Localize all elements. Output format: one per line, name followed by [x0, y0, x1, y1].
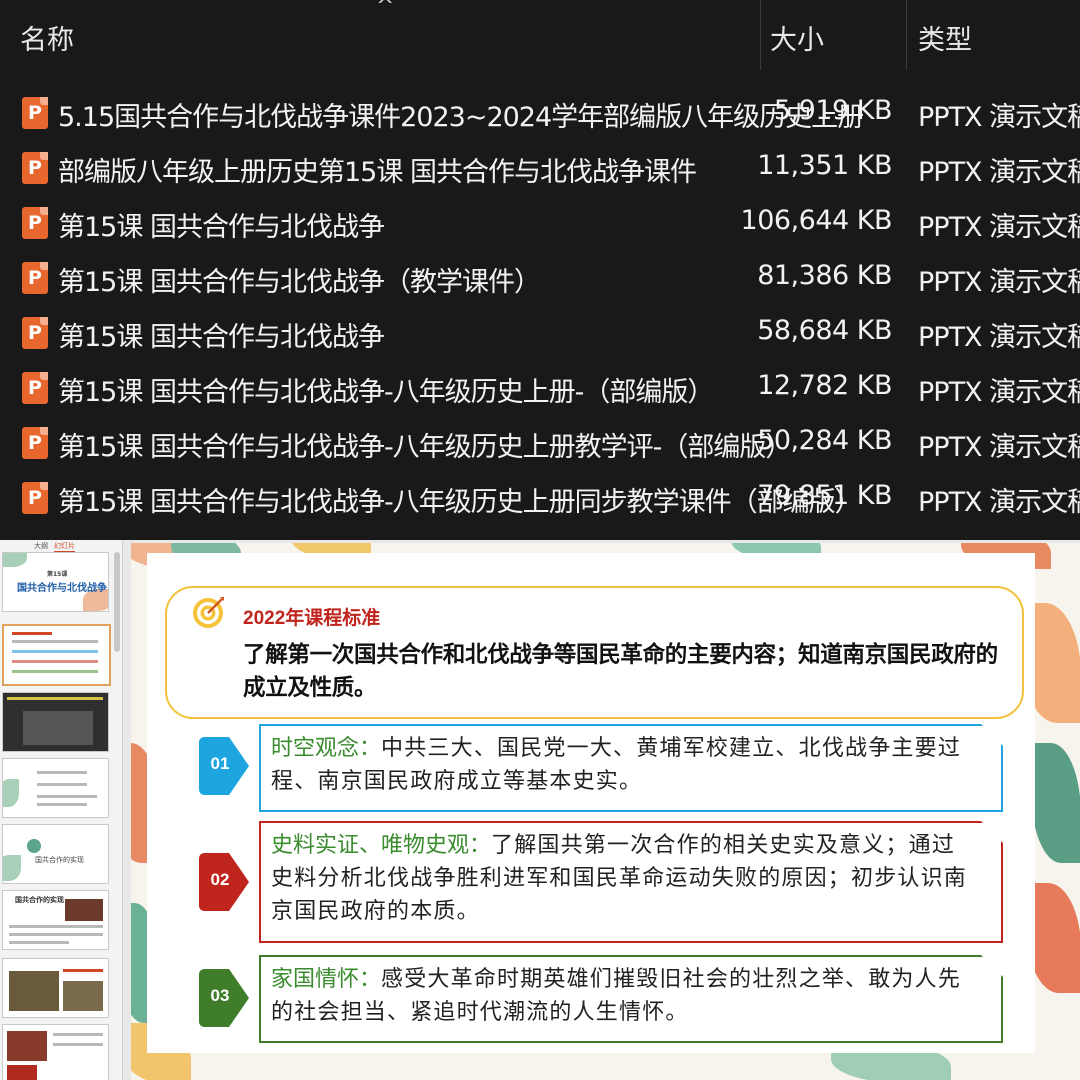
file-type: PPTX 演示文稿 [918, 212, 1080, 243]
file-row[interactable]: P 第15课 国共合作与北伐战争-八年级历史上册教学评-（部编版） 50,284 K… [0, 416, 1080, 471]
objective-text-03: 家国情怀：感受大革命时期英雄们摧毁旧社会的壮烈之举、敢为人先的社会担当、紧追时代… [271, 963, 976, 1029]
thumbnail-text: 国共合作的实现 [35, 856, 84, 864]
slide-editing-area: 2022年课程标准 了解第一次国共合作和北伐战争等国民革命的主要内容；知道南京国… [123, 540, 1080, 1080]
file-row[interactable]: P 第15课 国共合作与北伐战争（教学课件） 81,386 KB PPTX 演示文稿 [0, 251, 1080, 306]
file-name: 第15课 国共合作与北伐战争-八年级历史上册-（部编版） [58, 377, 714, 408]
number-badge-02-label: 02 [210, 870, 230, 889]
thumbnail-lesson: 第15课 [47, 571, 68, 578]
file-size: 81,386 KB [757, 260, 892, 291]
slide-thumbnail-5[interactable]: 国共合作的实现 [2, 824, 109, 884]
pptx-file-icon: P [22, 427, 48, 459]
file-name: 第15课 国共合作与北伐战争 [58, 322, 385, 353]
standard-text: 了解第一次国共合作和北伐战争等国民革命的主要内容；知道南京国民政府的成立及性质。 [243, 642, 998, 701]
current-slide[interactable]: 2022年课程标准 了解第一次国共合作和北伐战争等国民革命的主要内容；知道南京国… [131, 543, 1080, 1080]
slide-thumbnail-7[interactable] [2, 958, 109, 1018]
file-name: 第15课 国共合作与北伐战争-八年级历史上册同步教学课件（部编版） [58, 487, 862, 518]
file-row[interactable]: P 第15课 国共合作与北伐战争-八年级历史上册同步教学课件（部编版） 79,851… [0, 471, 1080, 526]
file-size: 11,351 KB [757, 150, 892, 181]
file-row[interactable]: P 第15课 国共合作与北伐战争 58,684 KB PPTX 演示文稿 [0, 306, 1080, 361]
thumbnail-title: 国共合作的实现 [15, 896, 64, 904]
curriculum-standard-box: 2022年课程标准 了解第一次国共合作和北伐战争等国民革命的主要内容；知道南京国… [165, 586, 1024, 719]
pptx-file-icon: P [22, 482, 48, 514]
objective-heading-02: 史料实证、唯物史观： [271, 833, 492, 858]
file-size: 12,782 KB [757, 370, 892, 401]
objective-text-02: 史料实证、唯物史观：了解国共第一次合作的相关史实及意义；通过史料分析北伐战争胜利… [271, 829, 976, 928]
pptx-file-icon: P [22, 317, 48, 349]
slide-thumbnail-6[interactable]: 国共合作的实现 [2, 890, 109, 950]
file-row[interactable]: P 5.15国共合作与北伐战争课件2023~2024学年部编版八年级历史上册 5,9… [0, 86, 1080, 141]
pptx-file-icon: P [22, 262, 48, 294]
objective-text-01: 时空观念：中共三大、国民党一大、黄埔军校建立、北伐战争主要过程、南京国民政府成立… [271, 732, 976, 798]
file-name: 第15课 国共合作与北伐战争-八年级历史上册教学评-（部编版） [58, 432, 792, 463]
tab-slides[interactable]: 幻灯片 [54, 541, 75, 552]
slide-thumbnail-3[interactable] [2, 692, 109, 752]
file-type: PPTX 演示文稿 [918, 432, 1080, 463]
slide-thumbnail-1[interactable]: 第15课 国共合作与北伐战争 [2, 552, 109, 612]
presentation-window: 大纲 幻灯片 第15课 国共合作与北伐战争 国共合作的实现 国共合作的实现 20… [0, 540, 1080, 1080]
file-type: PPTX 演示文稿 [918, 102, 1080, 133]
column-header-name[interactable]: 名称 [20, 18, 74, 57]
objective-heading-03: 家国情怀： [271, 967, 382, 992]
slide-thumbnail-2[interactable] [2, 624, 111, 686]
column-header-size[interactable]: 大小 [770, 18, 824, 57]
number-badge-03-label: 03 [210, 986, 230, 1005]
target-icon [193, 597, 224, 628]
standard-title: 2022年课程标准 [243, 608, 381, 629]
leaf-decoration [1031, 743, 1080, 863]
file-row[interactable]: P 部编版八年级上册历史第15课 国共合作与北伐战争课件 11,351 KB PPTX… [0, 141, 1080, 196]
slide-thumbnail-4[interactable] [2, 758, 109, 818]
sort-ascending-icon[interactable]: ^ [376, 0, 394, 19]
file-size: 79,851 KB [757, 480, 892, 511]
file-size: 106,644 KB [740, 205, 893, 236]
pptx-file-icon: P [22, 97, 48, 129]
pptx-file-icon: P [22, 207, 48, 239]
column-header-type[interactable]: 类型 [918, 18, 972, 57]
file-type: PPTX 演示文稿 [918, 157, 1080, 188]
tab-outline[interactable]: 大纲 [34, 541, 48, 551]
objective-item-01: 时空观念：中共三大、国民党一大、黄埔军校建立、北伐战争主要过程、南京国民政府成立… [259, 724, 1003, 812]
objective-item-03: 家国情怀：感受大革命时期英雄们摧毁旧社会的壮烈之举、敢为人先的社会担当、紧追时代… [259, 955, 1003, 1043]
objective-item-02: 史料实证、唯物史观：了解国共第一次合作的相关史实及意义；通过史料分析北伐战争胜利… [259, 821, 1003, 943]
file-explorer: ^ 名称 大小 类型 P 5.15国共合作与北伐战争课件2023~2024学年部编… [0, 0, 1080, 540]
file-size: 5,919 KB [773, 95, 893, 126]
file-row[interactable]: P 第15课 国共合作与北伐战争-八年级历史上册-（部编版） 12,782 KB PP… [0, 361, 1080, 416]
file-name: 5.15国共合作与北伐战争课件2023~2024学年部编版八年级历史上册 [58, 102, 864, 133]
column-divider[interactable] [906, 0, 907, 70]
file-size: 50,284 KB [757, 425, 892, 456]
file-type: PPTX 演示文稿 [918, 267, 1080, 298]
column-header-row: ^ 名称 大小 类型 [0, 0, 1080, 70]
file-name: 第15课 国共合作与北伐战争 [58, 212, 385, 243]
slide-thumbnail-8[interactable] [2, 1024, 109, 1080]
file-name: 部编版八年级上册历史第15课 国共合作与北伐战争课件 [58, 157, 697, 188]
pptx-file-icon: P [22, 372, 48, 404]
file-type: PPTX 演示文稿 [918, 322, 1080, 353]
column-divider[interactable] [760, 0, 761, 70]
thumbnail-title: 国共合作与北伐战争 [17, 583, 107, 594]
number-badge-01-label: 01 [210, 754, 230, 773]
thumbnail-scrollbar[interactable] [114, 552, 120, 652]
slide-thumbnail-pane: 大纲 幻灯片 第15课 国共合作与北伐战争 国共合作的实现 国共合作的实现 [0, 540, 123, 1080]
file-name: 第15课 国共合作与北伐战争（教学课件） [58, 267, 541, 298]
pptx-file-icon: P [22, 152, 48, 184]
file-row[interactable]: P 第15课 国共合作与北伐战争 106,644 KB PPTX 演示文稿 [0, 196, 1080, 251]
objective-heading-01: 时空观念： [271, 736, 382, 761]
file-type: PPTX 演示文稿 [918, 487, 1080, 518]
file-size: 58,684 KB [757, 315, 892, 346]
file-type: PPTX 演示文稿 [918, 377, 1080, 408]
